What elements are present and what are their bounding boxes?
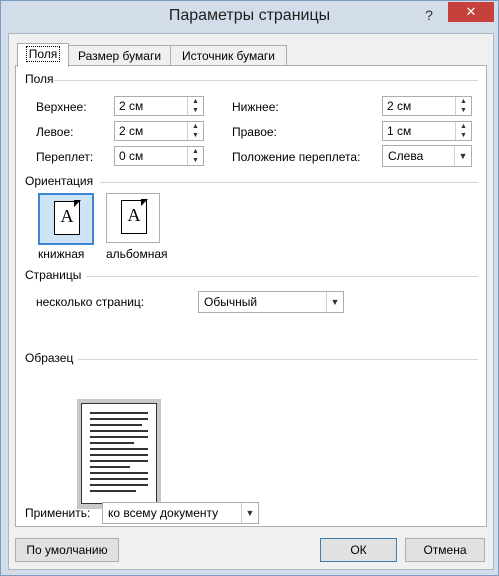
chevron-down-icon[interactable]: ▼ [326, 292, 343, 312]
top-margin-label: Верхнее: [36, 100, 87, 114]
tab-paper-source[interactable]: Источник бумаги [170, 45, 287, 66]
divider [78, 359, 478, 360]
spin-up-icon[interactable]: ▲ [456, 122, 471, 131]
left-margin-label: Левое: [36, 125, 74, 139]
spin-up-icon[interactable]: ▲ [188, 97, 203, 106]
multiple-pages-value[interactable]: Обычный [204, 295, 257, 309]
spin-up-icon[interactable]: ▲ [188, 122, 203, 131]
top-margin-spinner[interactable]: 2 см ▲ ▼ [114, 96, 204, 116]
spin-down-icon[interactable]: ▼ [188, 156, 203, 165]
gutter-value[interactable]: 0 см [119, 149, 143, 163]
chevron-down-icon[interactable]: ▼ [454, 146, 471, 166]
divider [100, 182, 478, 183]
orientation-group-title: Ориентация [25, 174, 94, 188]
spin-down-icon[interactable]: ▼ [456, 131, 471, 140]
apply-to-label: Применить: [25, 506, 91, 520]
apply-to-select[interactable]: ко всему документу ▼ [102, 502, 259, 524]
tab-margins[interactable]: Поля [17, 43, 69, 67]
portrait-label: книжная [38, 247, 85, 261]
divider [86, 276, 478, 277]
dialog-body: Поля Размер бумаги Источник бумаги Поля … [8, 33, 494, 570]
left-margin-spinner[interactable]: 2 см ▲ ▼ [114, 121, 204, 141]
margins-group-title: Поля [25, 72, 54, 86]
tab-paper-size[interactable]: Размер бумаги [68, 45, 171, 66]
landscape-letter: A [127, 205, 141, 225]
right-margin-label: Правое: [232, 125, 277, 139]
multiple-pages-select[interactable]: Обычный ▼ [198, 291, 344, 313]
tab-panel-margins: Поля Верхнее: 2 см ▲ ▼ Левое: 2 см ▲ ▼ Пер… [15, 65, 487, 527]
multiple-pages-label: несколько страниц: [36, 295, 145, 309]
spin-up-icon[interactable]: ▲ [456, 97, 471, 106]
preview-page [81, 403, 157, 504]
pages-group-title: Страницы [25, 268, 82, 282]
chevron-down-icon[interactable]: ▼ [241, 503, 258, 523]
left-margin-value[interactable]: 2 см [119, 124, 143, 138]
gutter-label: Переплет: [36, 150, 94, 164]
right-margin-value[interactable]: 1 см [387, 124, 411, 138]
title-bar: Параметры страницы ? ✕ [1, 1, 498, 33]
portrait-letter: A [60, 206, 74, 226]
landscape-page-icon: A [121, 199, 148, 234]
spin-down-icon[interactable]: ▼ [188, 106, 203, 115]
gutter-position-value[interactable]: Слева [388, 149, 423, 163]
spin-up-icon[interactable]: ▲ [188, 147, 203, 156]
spin-down-icon[interactable]: ▼ [188, 131, 203, 140]
page-setup-dialog: Параметры страницы ? ✕ Поля Размер бумаг… [0, 0, 499, 576]
set-as-default-button[interactable]: По умолчанию [15, 538, 119, 562]
close-icon[interactable]: ✕ [448, 2, 494, 22]
landscape-button[interactable]: A [106, 193, 160, 243]
cancel-button[interactable]: Отмена [405, 538, 485, 562]
bottom-margin-spinner[interactable]: 2 см ▲ ▼ [382, 96, 472, 116]
bottom-margin-value[interactable]: 2 см [387, 99, 411, 113]
ok-button[interactable]: ОК [320, 538, 397, 562]
gutter-position-select[interactable]: Слева ▼ [382, 145, 472, 167]
landscape-label: альбомная [106, 247, 168, 261]
portrait-button[interactable]: A [38, 193, 94, 245]
top-margin-value[interactable]: 2 см [119, 99, 143, 113]
right-margin-spinner[interactable]: 1 см ▲ ▼ [382, 121, 472, 141]
spin-down-icon[interactable]: ▼ [456, 106, 471, 115]
help-icon[interactable]: ? [419, 5, 439, 25]
preview-group-title: Образец [25, 351, 74, 365]
divider [54, 80, 478, 81]
gutter-spinner[interactable]: 0 см ▲ ▼ [114, 146, 204, 166]
gutter-position-label: Положение переплета: [232, 150, 361, 164]
bottom-margin-label: Нижнее: [232, 100, 279, 114]
apply-to-value[interactable]: ко всему документу [108, 506, 218, 520]
preview-thumbnail [77, 399, 161, 509]
portrait-page-icon: A [54, 200, 81, 235]
